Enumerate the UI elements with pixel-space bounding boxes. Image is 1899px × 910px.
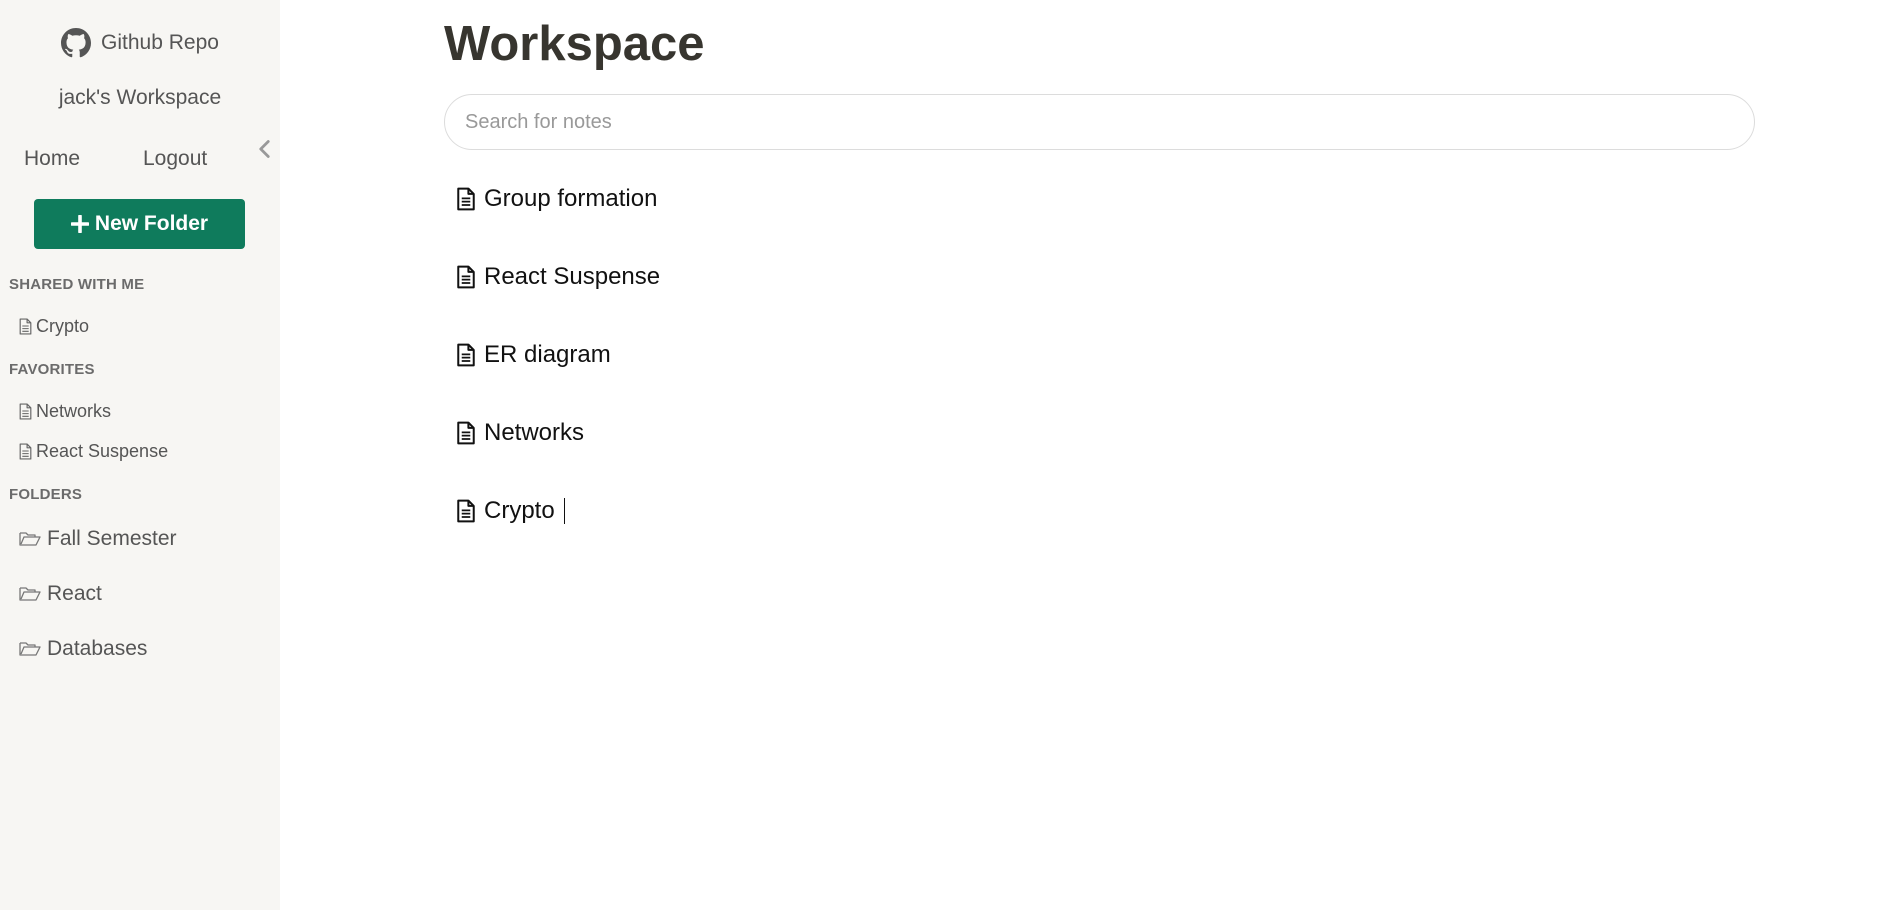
sidebar: Github Repo jack's Workspace Home Logout… (0, 0, 280, 910)
collapse-sidebar-button[interactable] (254, 136, 274, 162)
plus-icon (70, 215, 89, 233)
favorite-note-item[interactable]: React Suspense (19, 441, 168, 462)
folder-item[interactable]: Fall Semester (19, 527, 177, 551)
folder-label: React (47, 582, 102, 605)
file-text-icon (457, 187, 475, 211)
favorites-heading: FAVORITES (9, 361, 95, 378)
file-text-icon (457, 343, 475, 367)
github-repo-label: Github Repo (101, 31, 219, 54)
page-title: Workspace (444, 17, 705, 71)
file-text-icon (457, 499, 475, 523)
note-item[interactable]: Group formation (456, 185, 657, 213)
favorite-note-label: React Suspense (36, 441, 169, 461)
folder-open-icon (19, 532, 41, 546)
new-folder-button[interactable]: New Folder (34, 199, 245, 249)
favorite-note-item[interactable]: Networks (19, 401, 111, 422)
folder-open-icon (19, 642, 41, 656)
file-text-icon (19, 443, 32, 460)
folder-label: Fall Semester (47, 527, 177, 550)
folder-item[interactable]: Databases (19, 637, 147, 661)
note-item[interactable]: ER diagram (456, 341, 611, 369)
folder-open-icon (19, 587, 41, 601)
workspace-name: jack's Workspace (58, 86, 222, 109)
file-text-icon (457, 265, 475, 289)
file-text-icon (457, 421, 475, 445)
note-item[interactable]: Crypto (456, 497, 565, 525)
logout-link[interactable]: Logout (143, 147, 207, 171)
chevron-left-icon (258, 140, 270, 158)
github-icon (61, 28, 92, 58)
note-label: React Suspense (484, 263, 661, 290)
note-label: ER diagram (484, 341, 611, 368)
github-repo-link[interactable]: Github Repo (0, 28, 280, 58)
folder-item[interactable]: React (19, 582, 102, 606)
shared-note-item[interactable]: Crypto (19, 316, 89, 337)
file-text-icon (19, 403, 32, 420)
search-input[interactable] (444, 94, 1755, 150)
file-text-icon (19, 318, 32, 335)
new-folder-label: New Folder (94, 212, 209, 235)
note-item[interactable]: Networks (456, 419, 584, 447)
note-item[interactable]: React Suspense (456, 263, 660, 291)
favorite-note-label: Networks (36, 401, 112, 421)
shared-with-me-heading: SHARED WITH ME (9, 276, 145, 293)
note-label: Group formation (484, 185, 658, 212)
note-label: Networks (484, 419, 585, 446)
shared-note-label: Crypto (36, 316, 90, 336)
home-link[interactable]: Home (24, 147, 80, 171)
folder-label: Databases (47, 637, 148, 660)
app: Github Repo jack's Workspace Home Logout… (0, 0, 1899, 910)
folders-heading: FOLDERS (9, 486, 83, 503)
note-label: Crypto (484, 497, 555, 524)
text-cursor (563, 498, 565, 524)
